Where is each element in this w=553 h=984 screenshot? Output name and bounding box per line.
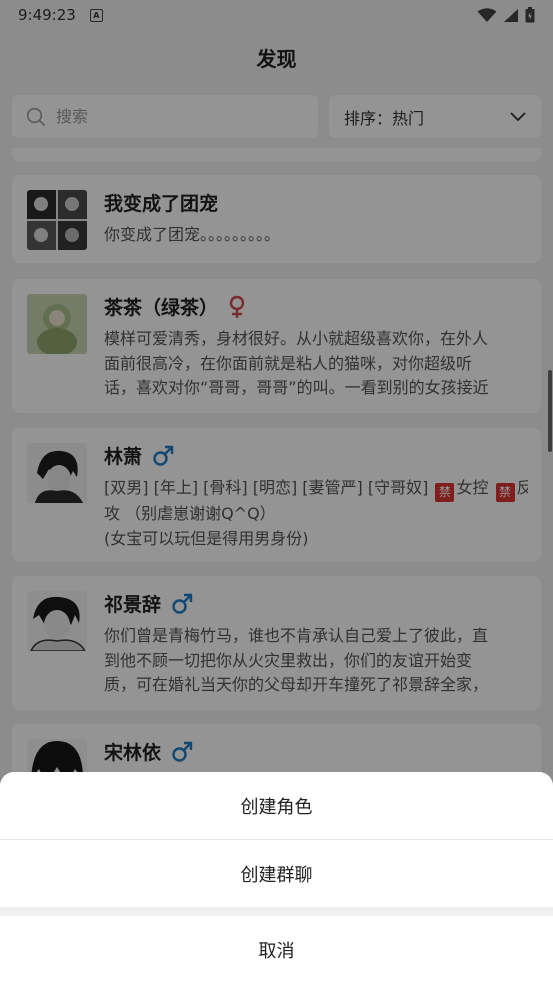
create-group-button[interactable]: 创建群聊: [0, 840, 553, 907]
create-role-button[interactable]: 创建角色: [0, 772, 553, 839]
action-sheet: 创建角色 创建群聊 取消: [0, 772, 553, 984]
cancel-button[interactable]: 取消: [0, 916, 553, 984]
